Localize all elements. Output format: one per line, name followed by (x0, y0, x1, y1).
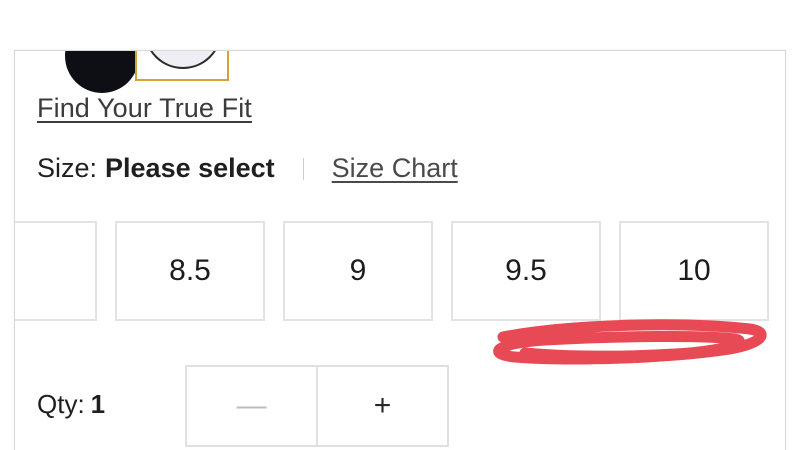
size-option-8-5[interactable]: 8.5 (115, 221, 265, 321)
product-options-screen: Find Your True Fit Size: Please select S… (0, 0, 800, 450)
product-options-card: Find Your True Fit Size: Please select S… (14, 50, 786, 450)
scribble-stroke (493, 319, 767, 365)
color-swatch-white (144, 51, 222, 69)
size-divider (302, 157, 304, 180)
quantity-value: 1 (90, 389, 106, 419)
color-swatch-white-selected[interactable] (135, 51, 229, 81)
size-label: Size: (37, 153, 98, 183)
size-option-10[interactable]: 10 (619, 221, 769, 321)
quantity-label: Qty: (37, 389, 85, 419)
size-selected-value: Please select (105, 153, 275, 183)
size-option-9-5[interactable]: 9.5 (451, 221, 601, 321)
size-row: Size: Please select Size Chart (37, 153, 458, 184)
size-option-9[interactable]: 9 (283, 221, 433, 321)
quantity-increase-button[interactable]: + (318, 367, 447, 445)
red-scribble-annotation (493, 319, 767, 365)
quantity-stepper: — + (185, 365, 449, 447)
color-swatch-black[interactable] (65, 51, 139, 93)
quantity-decrease-button[interactable]: — (187, 367, 318, 445)
find-true-fit-link[interactable]: Find Your True Fit (37, 93, 252, 124)
quantity-row: Qty: 1 (37, 389, 105, 420)
size-option-partial[interactable] (15, 221, 97, 321)
size-chart-link[interactable]: Size Chart (332, 153, 458, 184)
